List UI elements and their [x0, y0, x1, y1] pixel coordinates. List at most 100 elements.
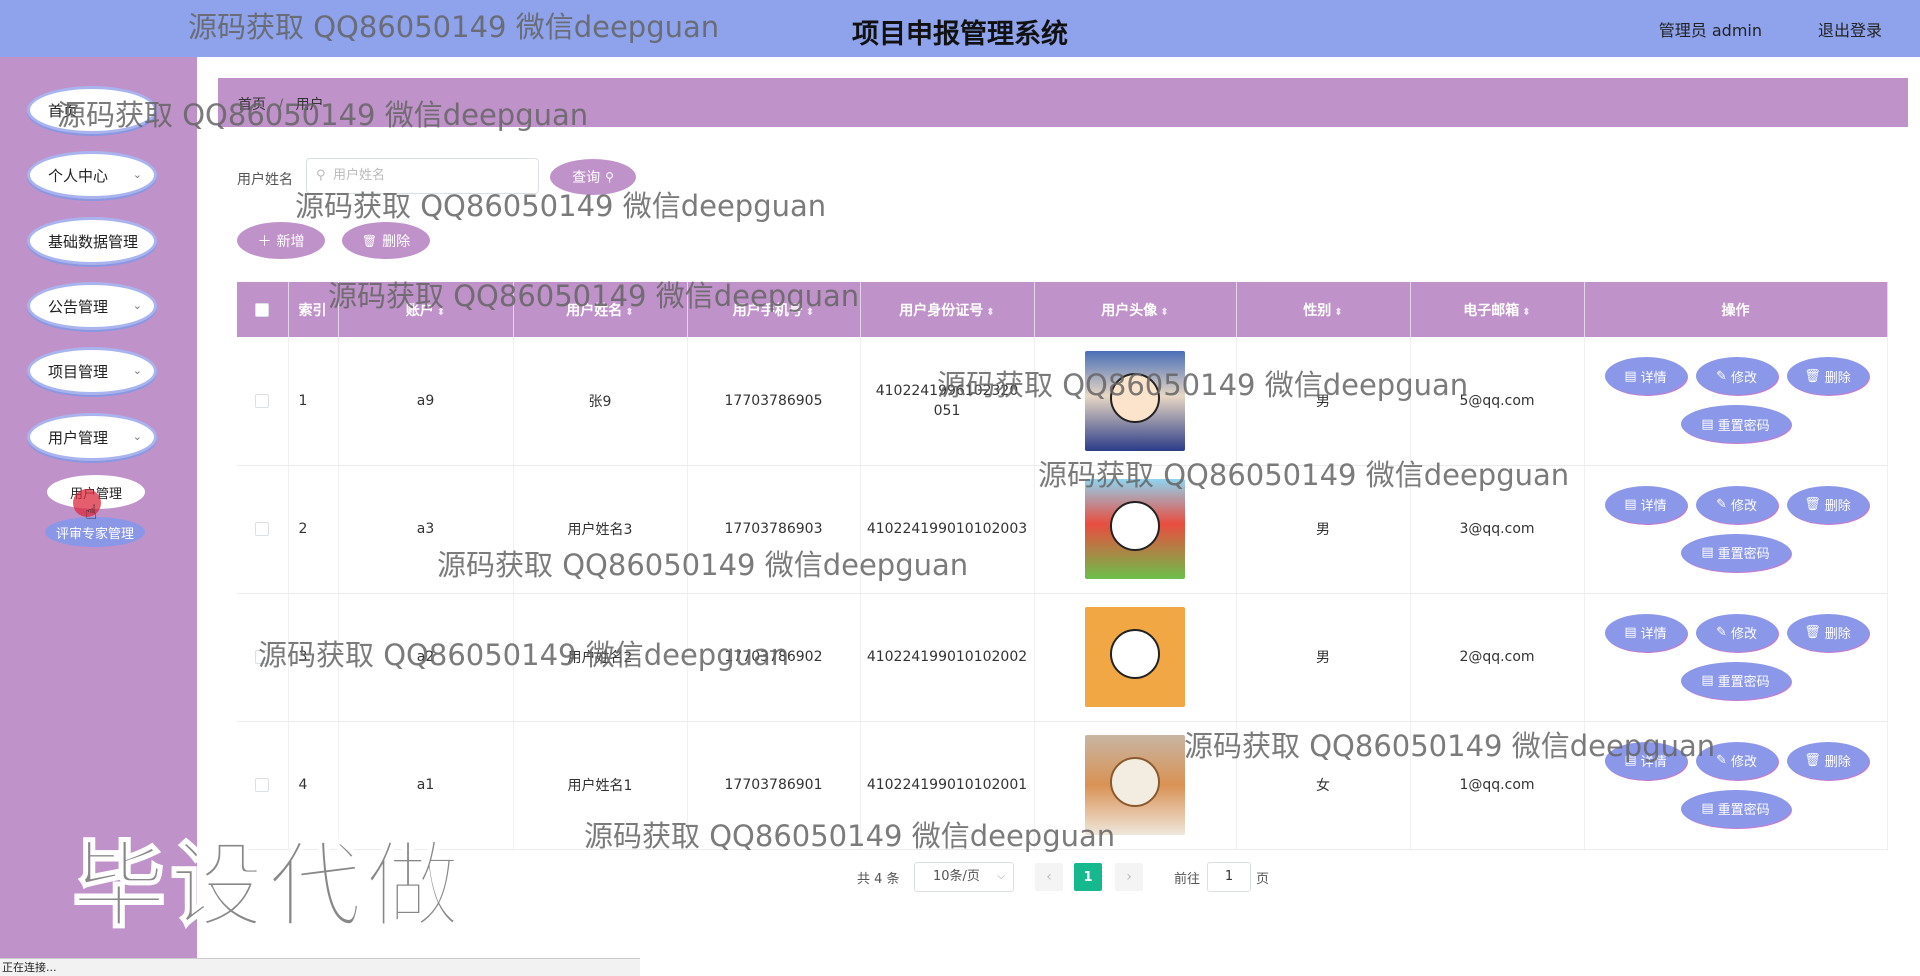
sort-icon[interactable]: ⬍ [1160, 307, 1168, 318]
query-button[interactable]: 查询 ⚲ [550, 159, 636, 195]
breadcrumb-bar: 首页 / 用户 [218, 78, 1908, 127]
goto-page-input[interactable]: 1 [1207, 862, 1251, 892]
sidebar-item-notice[interactable]: 公告管理 ⌄ [27, 282, 157, 330]
top-header: 项目申报管理系统 管理员 admin 退出登录 [0, 0, 1920, 57]
edit-button[interactable]: ✎ 修改 [1695, 357, 1778, 395]
sort-icon[interactable]: ⬍ [437, 307, 445, 318]
sidebar-item-label: 基础数据管理 [48, 232, 139, 251]
delete-button[interactable]: 🗑 删除 [1786, 613, 1869, 652]
col-header-account[interactable]: 账户 ⬍ [338, 282, 514, 337]
col-header-avatar[interactable]: 用户头像 ⬍ [1034, 282, 1237, 337]
sidebar-item-label: 用户管理 [48, 428, 109, 447]
reset-label: 重置密码 [1717, 675, 1770, 690]
avatar-figure [1110, 629, 1160, 679]
col-header-email[interactable]: 电子邮箱 ⬍ [1410, 282, 1585, 337]
detail-label: 详情 [1640, 499, 1667, 514]
cell-ops: ▤ 详情 ✎ 修改 🗑 删除 ▤ 重置密码 [1584, 593, 1888, 722]
row-checkbox[interactable] [255, 650, 270, 664]
delete-button-label: 删除 [382, 233, 411, 250]
sidebar-item-label: 项目管理 [48, 362, 109, 381]
search-placeholder: 用户姓名 [333, 168, 386, 183]
sort-icon[interactable]: ⬍ [1334, 307, 1342, 318]
batch-delete-button[interactable]: 🗑 删除 [342, 222, 430, 259]
detail-button[interactable]: ▤ 详情 [1604, 485, 1687, 524]
prev-page-button[interactable]: ‹ [1035, 863, 1063, 891]
sort-icon[interactable]: ⬍ [986, 307, 994, 318]
col-header-name[interactable]: 用户姓名 ⬍ [513, 282, 688, 337]
table-row: 1 a9 张9 17703786905 4102241996102320051 … [237, 337, 1888, 466]
add-button[interactable]: ＋ 新增 [237, 222, 325, 259]
reset-password-button[interactable]: ▤ 重置密码 [1680, 789, 1791, 828]
detail-button[interactable]: ▤ 详情 [1604, 357, 1687, 395]
delete-button[interactable]: 🗑 删除 [1786, 485, 1869, 524]
edit-icon: ✎ [1716, 368, 1727, 384]
sidebar-item-personal-center[interactable]: 个人中心 ⌄ [27, 151, 157, 199]
sidebar-item-base-data[interactable]: 基础数据管理 [27, 217, 157, 265]
row-checkbox[interactable] [255, 778, 270, 792]
row-select-cell[interactable] [237, 465, 289, 594]
cell-avatar [1034, 465, 1237, 594]
row-checkbox[interactable] [255, 522, 270, 536]
plus-icon: ＋ [257, 233, 272, 250]
page-size-select[interactable]: 10条/页 ⌵ [914, 862, 1014, 892]
detail-button[interactable]: ▤ 详情 [1604, 613, 1687, 652]
sort-icon[interactable]: ⬍ [806, 307, 814, 318]
table-row: 4 a1 用户姓名1 17703786901 41022419901010200… [237, 721, 1888, 850]
big-watermark-text: 毕设代做 [71, 831, 465, 942]
id-card-text: 4102241996102320051 [875, 382, 1019, 419]
chevron-down-icon: ⌵ [997, 871, 1005, 882]
edit-button[interactable]: ✎ 修改 [1695, 741, 1778, 780]
row-checkbox[interactable] [255, 393, 270, 408]
row-select-cell[interactable] [237, 337, 289, 466]
delete-button[interactable]: 🗑 删除 [1786, 357, 1869, 395]
sidebar-item-user[interactable]: 用户管理 ⌄ [27, 413, 157, 461]
table-row: 2 a3 用户姓名3 17703786903 41022419901010200… [237, 465, 1888, 594]
user-avatar[interactable] [1085, 350, 1185, 451]
cell-gender: 男 [1236, 593, 1411, 722]
app-title: 项目申报管理系统 [852, 19, 1068, 50]
sidebar-item-label: 公告管理 [48, 297, 109, 316]
cell-index: 2 [288, 465, 339, 594]
sidebar-item-project[interactable]: 项目管理 ⌄ [27, 347, 157, 395]
sort-icon[interactable]: ⬍ [625, 307, 633, 318]
reset-password-button[interactable]: ▤ 重置密码 [1680, 533, 1791, 572]
logout-link[interactable]: 退出登录 [1818, 17, 1882, 41]
detail-button[interactable]: ▤ 详情 [1604, 741, 1687, 780]
select-all-cell[interactable] [237, 282, 289, 337]
row-select-cell[interactable] [237, 593, 289, 722]
select-all-checkbox[interactable] [255, 302, 270, 317]
cell-name: 用户姓名3 [513, 465, 688, 594]
avatar-figure [1110, 501, 1160, 551]
edit-button[interactable]: ✎ 修改 [1695, 613, 1778, 652]
document-icon: ▤ [1701, 416, 1714, 432]
document-icon: ▤ [1701, 673, 1714, 688]
user-avatar[interactable] [1085, 735, 1185, 835]
page-number-1[interactable]: 1 [1074, 863, 1102, 891]
col-header-id-card[interactable]: 用户身份证号 ⬍ [860, 282, 1035, 337]
user-avatar[interactable] [1085, 479, 1185, 579]
trash-icon: 🗑 [1804, 625, 1821, 640]
table-header-row: 索引 账户 ⬍ 用户姓名 ⬍ 用户手机号 ⬍ 用户身份证号 ⬍ 用户头像 ⬍ 性别 ⬍ 电子… [237, 282, 1888, 337]
delete-button[interactable]: 🗑 删除 [1786, 741, 1869, 780]
col-header-gender[interactable]: 性别 ⬍ [1236, 282, 1411, 337]
user-avatar[interactable] [1085, 607, 1185, 707]
document-icon: ▤ [1624, 497, 1637, 512]
next-page-button[interactable]: › [1115, 863, 1143, 891]
sidebar-item-home[interactable]: 首页 [27, 86, 157, 134]
sort-icon[interactable]: ⬍ [1522, 307, 1530, 318]
cell-gender: 男 [1236, 465, 1411, 594]
cell-gender: 男 [1236, 337, 1411, 466]
reset-password-button[interactable]: ▤ 重置密码 [1680, 405, 1791, 443]
col-header-phone[interactable]: 用户手机号 ⬍ [687, 282, 861, 337]
cell-ops: ▤ 详情 ✎ 修改 🗑 删除 ▤ 重置密码 [1584, 721, 1888, 850]
edit-label: 修改 [1730, 499, 1757, 514]
cell-index: 3 [288, 593, 339, 722]
breadcrumb-home[interactable]: 首页 [238, 97, 266, 113]
reset-label: 重置密码 [1717, 803, 1770, 818]
avatar-figure [1110, 757, 1160, 807]
reset-password-button[interactable]: ▤ 重置密码 [1680, 661, 1791, 700]
sidebar-item-label: 个人中心 [48, 166, 109, 185]
col-header-label: 电子邮箱 [1463, 302, 1520, 319]
search-input[interactable]: ⚲ 用户姓名 [306, 158, 539, 194]
edit-button[interactable]: ✎ 修改 [1695, 485, 1778, 524]
